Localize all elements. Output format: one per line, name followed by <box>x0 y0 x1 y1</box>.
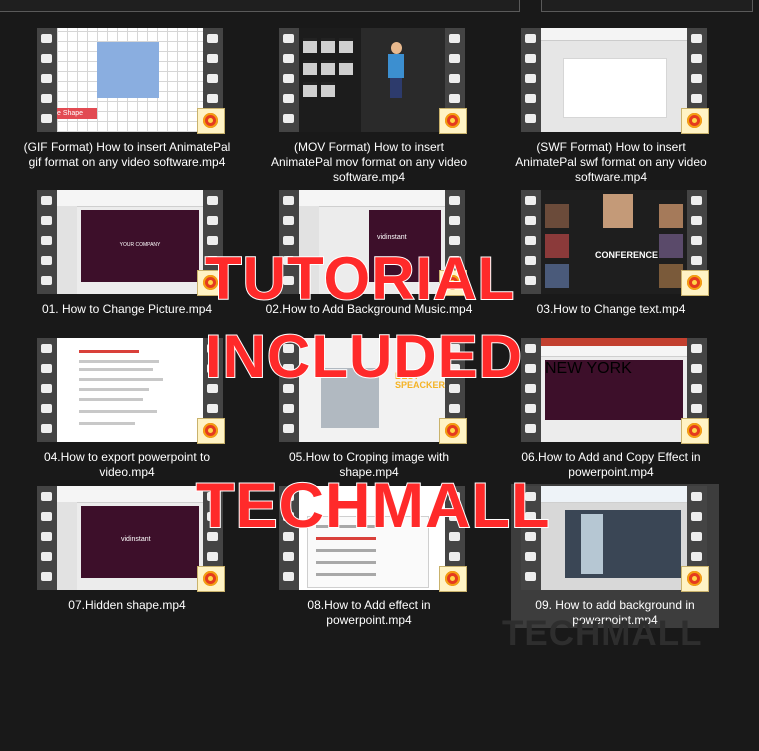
app-badge-icon <box>681 108 709 134</box>
app-badge-icon <box>681 566 709 592</box>
file-item-06[interactable]: NEW YORK 06.How to Add and Copy Effect i… <box>511 336 709 479</box>
thumbnail-caption: vidinstant <box>377 234 407 241</box>
thumbnail-preview <box>541 486 687 590</box>
film-strip-left <box>37 486 57 590</box>
film-strip-left <box>37 190 57 294</box>
thumbnail-preview: NEW YORK <box>541 338 687 442</box>
file-item-04[interactable]: 04.How to export powerpoint to video.mp4 <box>27 336 225 479</box>
video-thumbnail: NEW YORK <box>521 338 709 444</box>
file-name: (MOV Format) How to insert AnimatePal mo… <box>270 140 468 184</box>
file-item-gif[interactable]: e Shape (GIF Format) How to insert Anima… <box>24 26 230 169</box>
overlay-title-line3: TECHMALL <box>195 470 551 542</box>
thumbnail-caption: e Shape <box>57 108 97 119</box>
film-strip-left <box>279 28 299 132</box>
video-thumbnail <box>37 338 225 444</box>
app-badge-icon <box>439 418 467 444</box>
thumbnail-caption: CONFERENCE <box>595 250 659 260</box>
thumbnail-caption: vidinstant <box>121 536 151 543</box>
watermark-text: TECHMALL <box>502 614 703 653</box>
film-strip-left <box>37 338 57 442</box>
thumbnail-preview: e Shape <box>57 28 203 132</box>
thumbnail-preview <box>541 28 687 132</box>
app-badge-icon <box>197 108 225 134</box>
film-strip-left <box>37 28 57 132</box>
video-thumbnail: YOUR COMPANY <box>37 190 225 296</box>
file-name: 01. How to Change Picture.mp4 <box>41 302 213 316</box>
file-name: 07.Hidden shape.mp4 <box>68 598 186 612</box>
file-name: 08.How to Add effect in powerpoint.mp4 <box>307 598 431 627</box>
film-strip-left <box>521 28 541 132</box>
file-item-07[interactable]: vidinstant 07.Hidden shape.mp4 <box>27 484 225 622</box>
app-badge-icon <box>681 418 709 444</box>
explorer-topbar <box>0 0 759 18</box>
file-item-swf[interactable]: (SWF Format) How to insert AnimatePal sw… <box>511 26 709 184</box>
film-strip-left <box>521 338 541 442</box>
file-name: (GIF Format) How to insert AnimatePal gi… <box>23 140 231 169</box>
thumbnail-preview: YOUR COMPANY <box>57 190 203 294</box>
overlay-title-line1: TUTORIAL <box>204 244 516 313</box>
thumbnail-preview <box>57 338 203 442</box>
thumbnail-caption: YOUR COMPANY <box>119 242 161 248</box>
address-bar[interactable] <box>0 0 520 12</box>
thumbnail-preview <box>299 28 445 132</box>
overlay-title-line2: INCLUDED <box>204 322 523 391</box>
app-badge-icon <box>681 270 709 296</box>
file-name: (SWF Format) How to insert AnimatePal sw… <box>515 140 707 184</box>
thumbnail-preview: vidinstant <box>57 486 203 590</box>
app-badge-icon <box>197 566 225 592</box>
film-strip-left <box>521 190 541 294</box>
app-badge-icon <box>439 108 467 134</box>
thumbnail-caption: NEW YORK <box>545 360 632 377</box>
app-badge-icon <box>197 418 225 444</box>
video-thumbnail: CONFERENCE <box>521 190 709 296</box>
file-item-03[interactable]: CONFERENCE 03.How to Change text.mp4 <box>511 188 709 326</box>
thumbnail-preview: CONFERENCE <box>541 190 687 294</box>
file-name: 03.How to Change text.mp4 <box>536 302 686 316</box>
app-badge-icon <box>439 566 467 592</box>
file-item-01[interactable]: YOUR COMPANY 01. How to Change Picture.m… <box>27 188 225 326</box>
search-box[interactable] <box>541 0 753 12</box>
video-thumbnail <box>279 28 467 134</box>
video-thumbnail: e Shape <box>37 28 225 134</box>
video-thumbnail <box>521 28 709 134</box>
file-item-mov[interactable]: (MOV Format) How to insert AnimatePal mo… <box>269 26 467 184</box>
